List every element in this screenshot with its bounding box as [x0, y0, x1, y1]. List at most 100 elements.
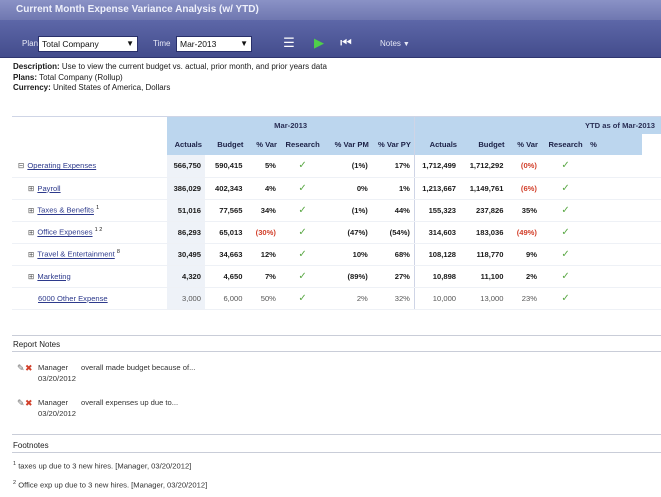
row-label-cell: ⊞ Travel & Entertainment 8	[12, 243, 168, 266]
row-label-cell: ⊞ Marketing	[12, 265, 168, 288]
row-label-cell: 6000 Other Expense	[12, 287, 168, 310]
pencil-icon[interactable]: ✎	[17, 398, 25, 408]
table-row[interactable]: ⊞ Travel & Entertainment 8 30,495 34,663 12%…	[12, 243, 661, 266]
table-row[interactable]: 6000 Other Expense 3,000 6,000 50% ✓ 2% 32% 10,…	[12, 287, 661, 310]
value-cell: 1,213,667	[413, 177, 461, 200]
value-cell: 51,016	[167, 199, 206, 222]
pencil-icon[interactable]: ✎	[17, 363, 25, 373]
toolbar: Plan Total Company ▼ Time Mar-2013 ▼ ☰ ▶…	[0, 20, 661, 58]
check-icon[interactable]: ✓	[279, 221, 326, 244]
check-icon[interactable]: ✓	[540, 199, 591, 222]
value-cell: 10,000	[413, 287, 461, 310]
delete-icon[interactable]: ✖	[25, 398, 33, 408]
check-icon[interactable]: ✓	[540, 155, 591, 178]
check-icon[interactable]: ✓	[279, 155, 326, 178]
check-icon[interactable]: ✓	[540, 265, 591, 288]
value-cell: (54%)	[371, 221, 415, 244]
col-header[interactable]: Budget	[460, 134, 508, 155]
cell-value: 2%	[525, 271, 537, 281]
row-label-link[interactable]: Operating Expenses	[27, 161, 96, 170]
check-icon[interactable]: ✓	[279, 265, 326, 288]
value-cell: 27%	[371, 265, 415, 288]
value-cell: 314,603	[413, 221, 461, 244]
table-row[interactable]: ⊞ Marketing 4,320 4,650 7% ✓ (89%) 27% 10,898 11,…	[12, 265, 661, 288]
col-header[interactable]: %	[590, 134, 642, 155]
empty-cell	[641, 265, 661, 288]
cell-value: (54%)	[389, 227, 410, 237]
row-label-link[interactable]: Taxes & Benefits	[37, 206, 94, 215]
row-label-link[interactable]: Marketing	[37, 272, 70, 281]
expand-icon[interactable]: ⊞	[28, 272, 34, 281]
col-header[interactable]: Actuals	[413, 134, 461, 155]
footnotes-title: Footnotes	[13, 441, 49, 450]
value-cell: 23%	[507, 287, 541, 310]
value-cell: 386,029	[167, 177, 206, 200]
check-icon[interactable]: ✓	[540, 221, 591, 244]
check-icon[interactable]: ✓	[279, 287, 326, 310]
note-date: 03/20/2012	[38, 374, 77, 383]
row-label-link[interactable]: 6000 Other Expense	[38, 294, 108, 303]
row-label-link[interactable]: Payroll	[37, 184, 60, 193]
row-label-link[interactable]: Office Expenses	[37, 228, 92, 237]
row-label-cell: ⊞ Taxes & Benefits 1	[12, 199, 168, 222]
check-icon[interactable]: ✓	[279, 199, 326, 222]
expand-icon[interactable]: ⊞	[28, 228, 34, 237]
check-icon[interactable]: ✓	[279, 177, 326, 200]
check-mark: ✓	[561, 270, 570, 282]
expand-icon[interactable]: ⊞	[28, 250, 34, 259]
check-mark: ✓	[561, 204, 570, 216]
empty-cell	[590, 265, 642, 288]
check-icon[interactable]: ✓	[540, 243, 591, 266]
value-cell: (30%)	[246, 221, 280, 244]
cell-value: 10,000	[432, 293, 457, 303]
delete-icon[interactable]: ✖	[25, 363, 33, 373]
col-header[interactable]: % Var PM	[325, 134, 372, 155]
note-date: 03/20/2012	[38, 409, 77, 418]
expand-icon[interactable]: ⊞	[28, 184, 34, 193]
cell-value: 3,000	[182, 293, 202, 303]
time-select[interactable]: Mar-2013 ▼	[176, 36, 252, 52]
check-icon[interactable]: ✓	[279, 243, 326, 266]
col-header[interactable]: Budget	[205, 134, 247, 155]
footnote-marker[interactable]: 1 2	[95, 227, 103, 233]
table-row[interactable]: ⊞ Taxes & Benefits 1 51,016 77,565 34% ✓ (1%) 4…	[12, 199, 661, 222]
value-cell: 1%	[371, 177, 415, 200]
chevron-down-icon: ▼	[126, 39, 134, 48]
list-icon[interactable]: ☰	[281, 35, 297, 51]
description-label: Description:	[13, 62, 60, 71]
footnote-marker[interactable]: 1	[96, 205, 99, 211]
value-cell: 13,000	[460, 287, 508, 310]
col-header[interactable]: Actuals	[167, 134, 206, 155]
col-header[interactable]: % Var	[507, 134, 541, 155]
cell-value: 86,293	[177, 227, 202, 237]
col-header[interactable]: Research	[540, 134, 591, 155]
collapse-icon[interactable]: ⊟	[18, 161, 24, 170]
empty-cell	[590, 287, 642, 310]
check-mark: ✓	[298, 226, 307, 238]
value-cell: 65,013	[205, 221, 247, 244]
col-header[interactable]: % Var	[246, 134, 280, 155]
row-label-cell: ⊞ Payroll	[12, 177, 168, 200]
check-icon[interactable]: ✓	[540, 177, 591, 200]
table-row[interactable]: ⊟ Operating Expenses 566,750 590,415 5% ✓ (1%)…	[12, 155, 661, 178]
value-cell: (47%)	[325, 221, 372, 244]
col-header[interactable]: Research	[279, 134, 326, 155]
cell-value: 4,320	[182, 271, 202, 281]
col-header[interactable]: % Var PY	[371, 134, 415, 155]
skip-back-icon[interactable]: ⏮	[338, 35, 354, 51]
cell-value: 7%	[264, 271, 276, 281]
plan-select[interactable]: Total Company ▼	[38, 36, 138, 52]
table-row[interactable]: ⊞ Office Expenses 1 2 86,293 65,013 (30%) ✓ (4…	[12, 221, 661, 244]
row-label-cell: ⊟ Operating Expenses	[12, 155, 168, 178]
notes-menu[interactable]: Notes ▼	[380, 39, 410, 48]
chevron-down-icon: ▼	[402, 41, 410, 48]
table-row[interactable]: ⊞ Payroll 386,029 402,343 4% ✓ 0% 1% 1,213,667 1,…	[12, 177, 661, 200]
play-icon[interactable]: ▶	[311, 35, 327, 51]
footnote-number: 2	[13, 480, 17, 486]
row-label-link[interactable]: Travel & Entertainment	[37, 250, 114, 259]
footnote-marker[interactable]: 8	[117, 249, 120, 255]
expand-icon[interactable]: ⊞	[28, 206, 34, 215]
check-icon[interactable]: ✓	[540, 287, 591, 310]
value-cell: 86,293	[167, 221, 206, 244]
footnote-text: taxes up due to 3 new hires. [Manager, 0…	[18, 461, 192, 471]
